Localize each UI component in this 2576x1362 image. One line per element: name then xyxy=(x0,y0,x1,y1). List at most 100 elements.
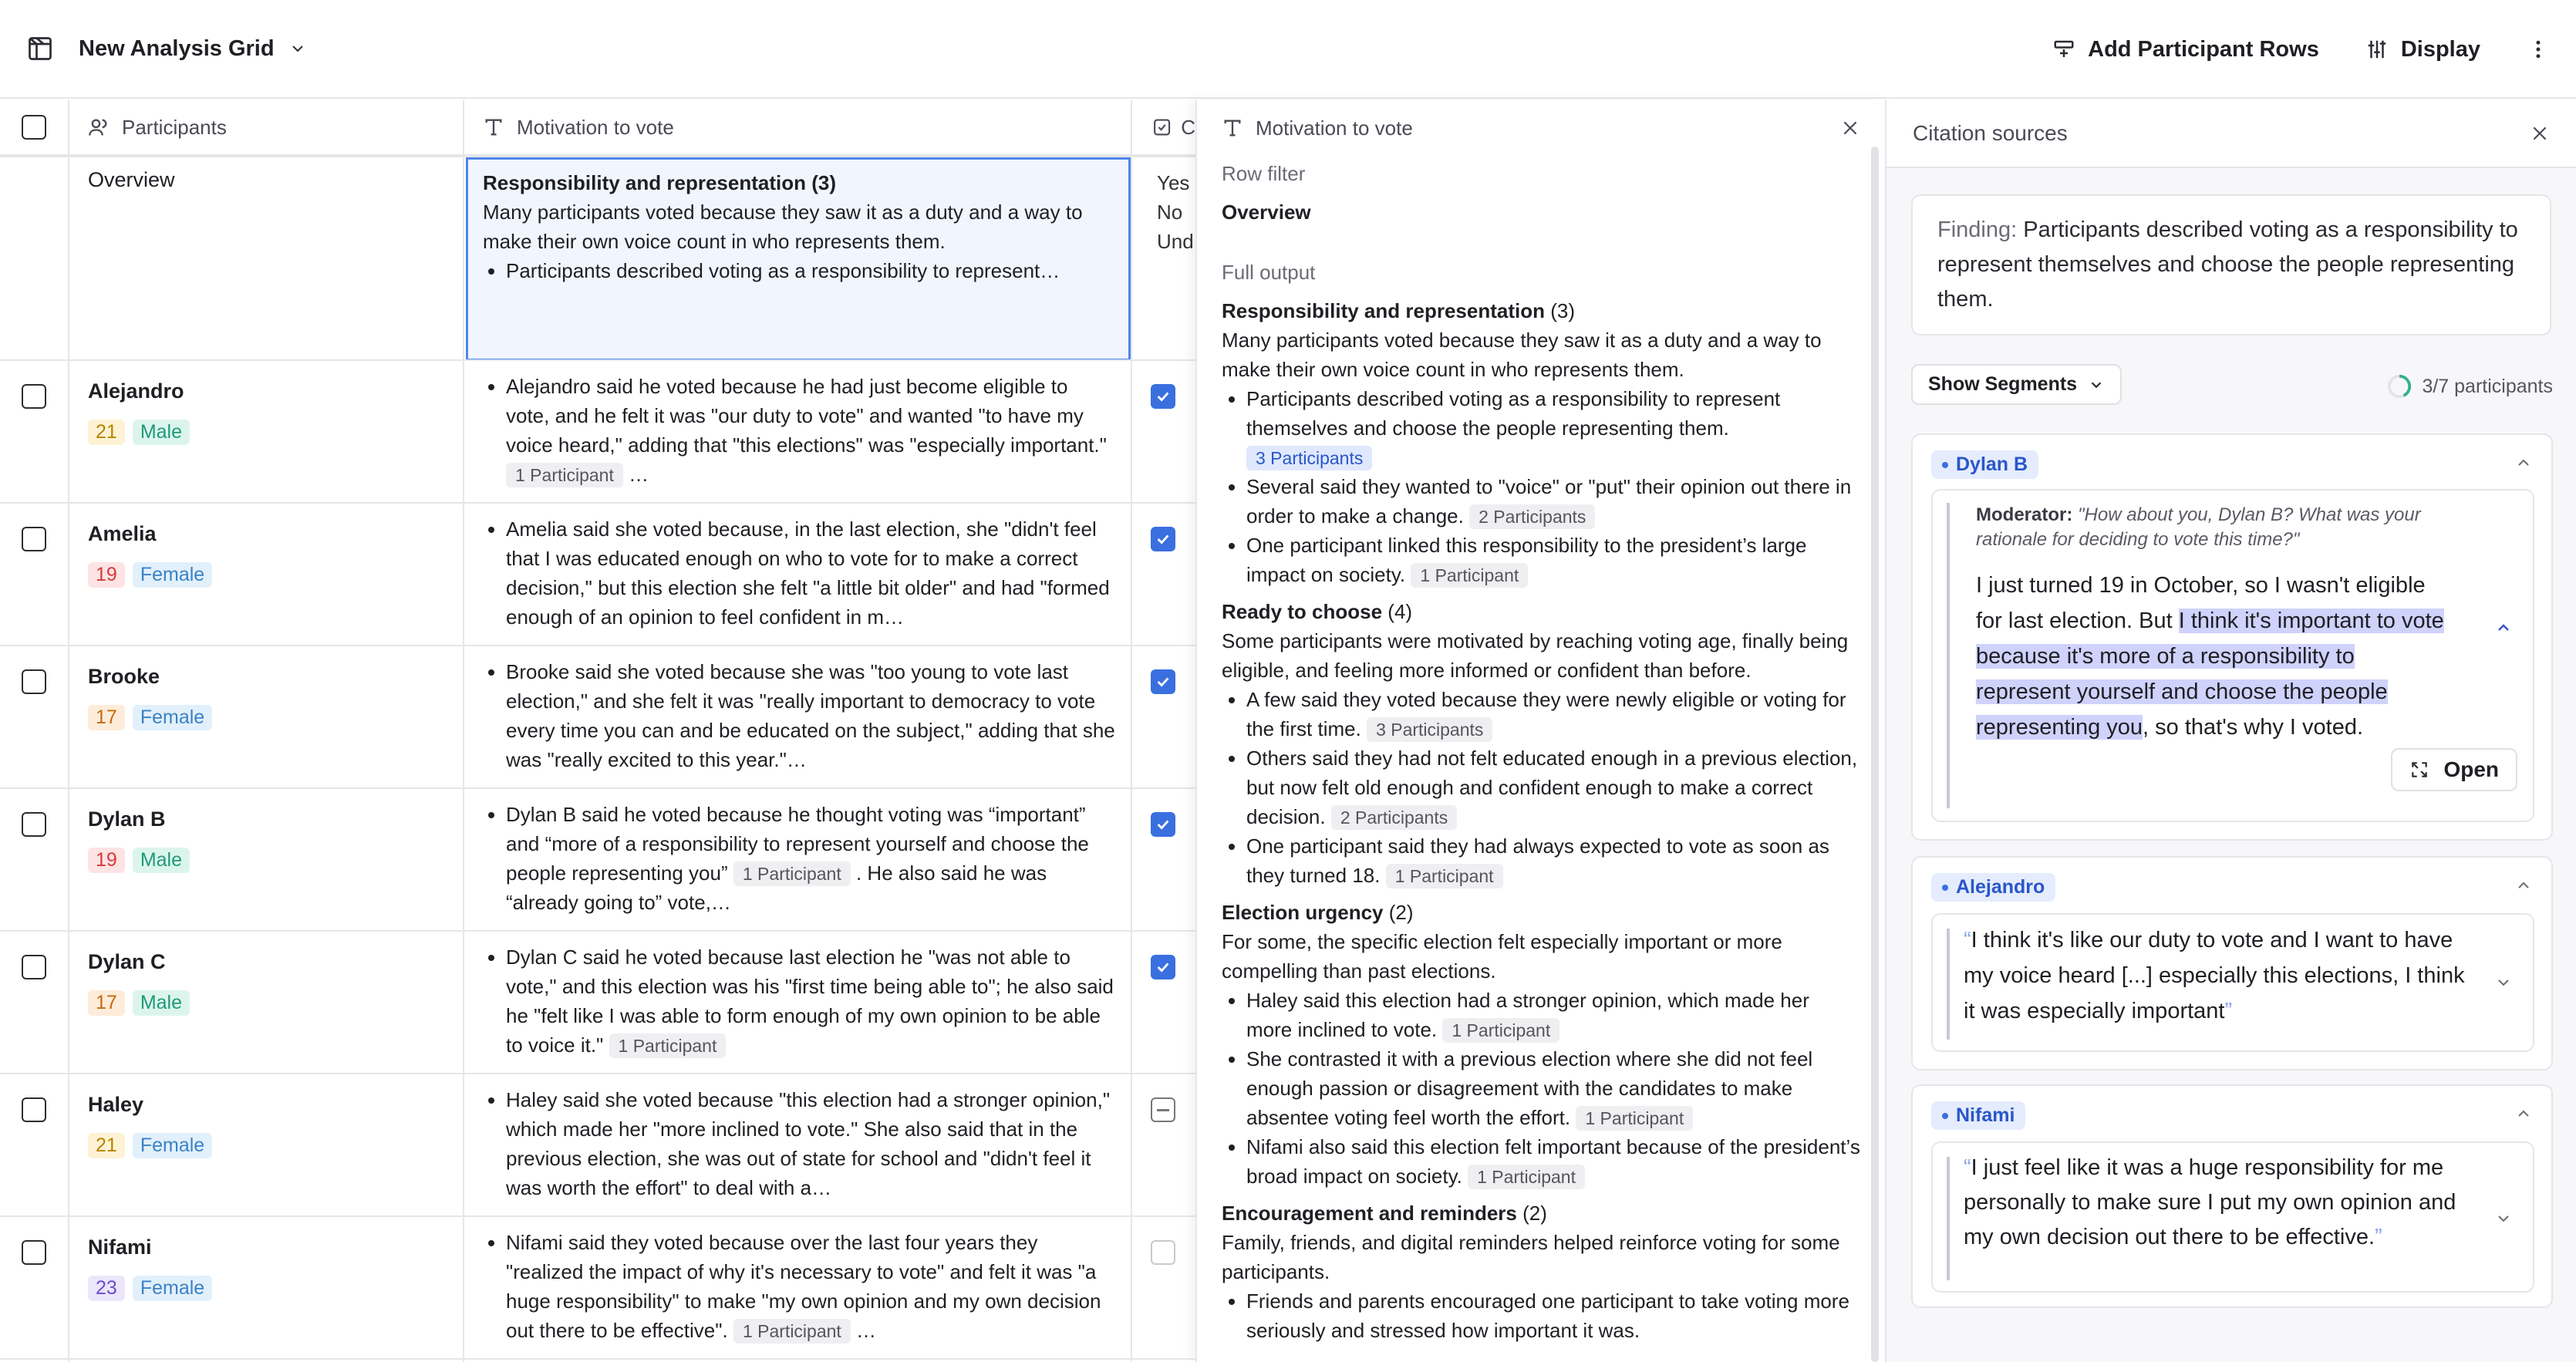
participant-count-pill[interactable]: 1 Participant xyxy=(733,861,851,886)
motivation-cell[interactable]: Dylan B said he voted because he thought… xyxy=(483,800,1115,924)
participant-tag[interactable]: Alejandro xyxy=(1931,873,2056,902)
participant-name[interactable]: Haley xyxy=(88,1093,143,1117)
chevron-up-icon[interactable] xyxy=(2514,1104,2533,1123)
citation-card-nifami: Nifami “I just feel like it was a huge r… xyxy=(1911,1084,2553,1308)
row-value-checkbox[interactable] xyxy=(1151,1240,1175,1265)
select-all-cell xyxy=(0,100,68,156)
detail-panel-body: Row filter Overview Full output Responsi… xyxy=(1197,159,1885,1345)
motivation-cell[interactable]: Haley said she voted because "this elect… xyxy=(483,1085,1115,1209)
motivation-column-header[interactable]: Motivation to vote xyxy=(464,100,1131,156)
row-select-checkbox[interactable] xyxy=(22,384,46,409)
row-filter-value[interactable]: Overview xyxy=(1222,197,1860,227)
add-participant-rows-button[interactable]: Add Participant Rows xyxy=(2052,37,2319,62)
participant-count-pill[interactable]: 1 Participant xyxy=(1576,1106,1694,1131)
citation-panel-header: Citation sources xyxy=(1886,100,2576,168)
participant-tags: 23 Female xyxy=(88,1276,220,1301)
participant-name[interactable]: Amelia xyxy=(88,522,157,546)
participants-progress: 3/7 participants xyxy=(2386,373,2553,399)
gender-tag: Female xyxy=(132,705,213,730)
age-tag: 19 xyxy=(88,848,125,873)
column-detail-panel: Motivation to vote Row filter Overview F… xyxy=(1195,100,1885,1362)
output-section: Encouragement and reminders (2) Family, … xyxy=(1222,1198,1860,1345)
participant-count-pill[interactable]: 1 Participant xyxy=(1385,864,1503,888)
row-value-checkbox[interactable] xyxy=(1151,955,1175,979)
analysis-title[interactable]: New Analysis Grid xyxy=(79,36,275,62)
chevron-up-icon[interactable] xyxy=(2494,619,2513,637)
chevron-up-icon[interactable] xyxy=(2514,876,2533,895)
users-icon xyxy=(89,119,107,136)
participant-tag[interactable]: Nifami xyxy=(1931,1101,2026,1130)
row-select-checkbox[interactable] xyxy=(22,1097,46,1122)
transcript-excerpt[interactable]: “I just feel like it was a huge responsi… xyxy=(1931,1141,2534,1293)
display-button[interactable]: Display xyxy=(2365,37,2480,62)
motivation-cell[interactable]: Dylan C said he voted because last elect… xyxy=(483,942,1115,1067)
participant-count-pill[interactable]: 3 Participants xyxy=(1367,717,1493,742)
participant-tags: 19 Male xyxy=(88,848,197,873)
participant-tags: 21 Female xyxy=(88,1133,220,1158)
show-segments-button[interactable]: Show Segments xyxy=(1911,364,2123,405)
transcript-excerpt[interactable]: Moderator: "How about you, Dylan B? What… xyxy=(1931,489,2534,822)
participant-count-pill[interactable]: 3 Participants xyxy=(1246,446,1373,470)
row-value-checkbox[interactable] xyxy=(1151,669,1175,694)
row-select-checkbox[interactable] xyxy=(22,1240,46,1265)
row-value-checkbox[interactable] xyxy=(1151,812,1175,837)
transcript-excerpt[interactable]: “I think it's like our duty to vote and … xyxy=(1931,913,2534,1052)
participants-column-header[interactable]: Participants xyxy=(69,100,463,156)
participant-name[interactable]: Dylan C xyxy=(88,950,166,974)
participant-count-pill[interactable]: 1 Participant xyxy=(1442,1018,1560,1043)
participant-count-pill[interactable]: 1 Participant xyxy=(609,1033,727,1058)
expand-icon xyxy=(2412,762,2428,777)
chevron-down-icon[interactable] xyxy=(288,39,307,58)
row-select-checkbox[interactable] xyxy=(22,527,46,551)
open-button[interactable]: Open xyxy=(2391,748,2517,791)
analysis-grid: Participants Motivation to vote C Overvi… xyxy=(0,100,1195,1362)
motivation-cell[interactable]: Amelia said she voted because, in the la… xyxy=(483,514,1115,639)
participant-count-pill[interactable]: 2 Participants xyxy=(1469,504,1596,529)
more-options-icon[interactable] xyxy=(2527,38,2550,61)
age-tag: 23 xyxy=(88,1276,125,1301)
row-value-checkbox[interactable] xyxy=(1151,384,1175,409)
progress-ring-icon xyxy=(2388,374,2412,399)
select-all-checkbox[interactable] xyxy=(22,115,46,140)
close-icon[interactable] xyxy=(1840,118,1860,138)
gender-tag: Female xyxy=(132,1133,213,1158)
participant-tag[interactable]: Dylan B xyxy=(1931,450,2039,479)
participant-count-pill[interactable]: 1 Participant xyxy=(506,463,623,487)
chevron-up-icon[interactable] xyxy=(2514,453,2533,472)
checkbox-type-icon xyxy=(1154,119,1171,136)
row-select-checkbox[interactable] xyxy=(22,812,46,837)
motivation-cell[interactable]: Nifami said they voted because over the … xyxy=(483,1228,1115,1352)
motivation-cell[interactable]: Brooke said she voted because she was "t… xyxy=(483,657,1115,781)
overview-cell-content: Responsibility and representation (3) Ma… xyxy=(483,168,1115,353)
detail-panel-scrollbar[interactable] xyxy=(1871,147,1879,1362)
participant-count-pill[interactable]: 2 Participants xyxy=(1330,805,1458,830)
participant-count-pill[interactable]: 1 Participant xyxy=(1411,563,1529,588)
chevron-down-icon[interactable] xyxy=(2494,1209,2513,1228)
gender-tag: Male xyxy=(132,990,190,1016)
participant-count-pill[interactable]: 1 Participant xyxy=(733,1319,851,1343)
close-icon[interactable] xyxy=(2530,123,2550,143)
gender-tag: Female xyxy=(132,1276,213,1301)
age-tag: 21 xyxy=(88,1133,125,1158)
moderator-question: Moderator: "How about you, Dylan B? What… xyxy=(1976,504,2421,550)
row-select-checkbox[interactable] xyxy=(22,669,46,694)
citation-sources-panel: Citation sources Finding: Participants d… xyxy=(1885,100,2576,1362)
chevron-down-icon xyxy=(2091,381,2102,388)
participant-tags: 19 Female xyxy=(88,562,220,588)
participant-name[interactable]: Dylan B xyxy=(88,807,166,831)
row-select-checkbox[interactable] xyxy=(22,955,46,979)
output-section: Responsibility and representation (3) Ma… xyxy=(1222,296,1860,589)
chevron-down-icon[interactable] xyxy=(2494,973,2513,992)
participant-count-pill[interactable]: 1 Participant xyxy=(1468,1165,1585,1189)
motivation-cell[interactable]: Alejandro said he voted because he had j… xyxy=(483,372,1115,496)
participant-name[interactable]: Brooke xyxy=(88,665,160,689)
top-bar: New Analysis Grid Add Participant Rows D… xyxy=(0,0,2576,99)
add-rows-icon xyxy=(2054,40,2074,57)
row-value-checkbox[interactable] xyxy=(1151,1097,1175,1122)
participant-name[interactable]: Alejandro xyxy=(88,379,184,403)
participant-name[interactable]: Nifami xyxy=(88,1236,152,1259)
citation-card-alejandro: Alejandro “I think it's like our duty to… xyxy=(1911,856,2553,1070)
third-column-header[interactable]: C xyxy=(1132,100,1195,156)
overview-options: Yes No Und xyxy=(1157,171,1194,253)
row-value-checkbox[interactable] xyxy=(1151,527,1175,551)
